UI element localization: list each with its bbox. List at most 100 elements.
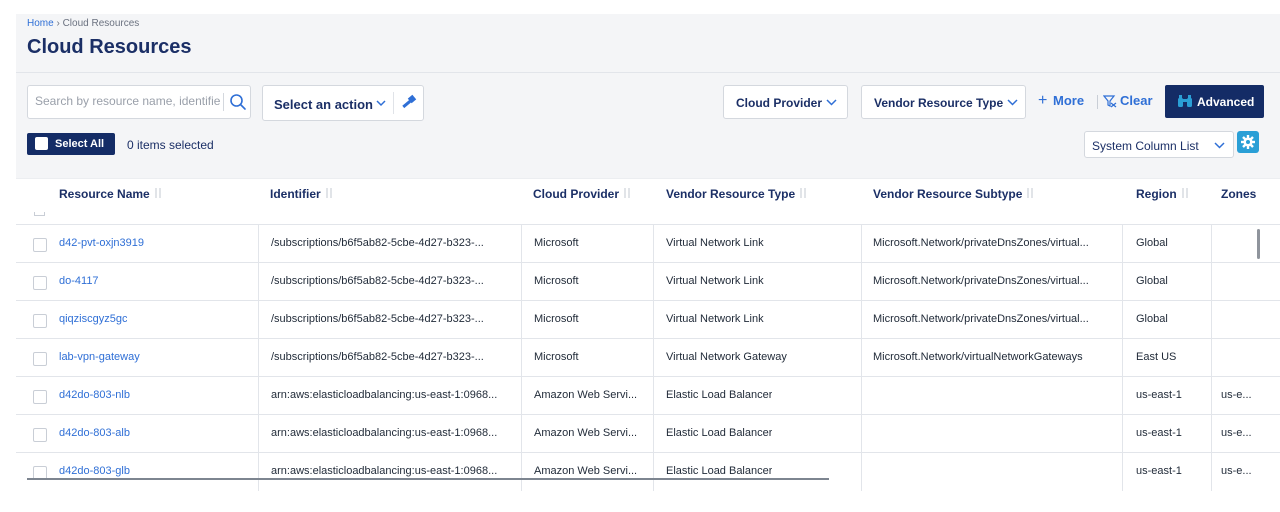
action-divider xyxy=(393,92,394,114)
zones-cell: us-e... xyxy=(1221,389,1252,401)
vendor-resource-type-filter[interactable]: Vendor Resource Type xyxy=(861,85,1026,119)
row-checkbox[interactable] xyxy=(33,314,47,328)
column-header-identifier[interactable]: Identifier xyxy=(270,187,334,201)
column-divider xyxy=(258,415,259,453)
column-divider xyxy=(1122,377,1123,415)
column-divider xyxy=(521,263,522,301)
table-row[interactable]: d42-pvt-oxjn3919/subscriptions/b6f5ab82-… xyxy=(16,224,1280,263)
column-divider xyxy=(653,377,654,415)
breadcrumb-home-link[interactable]: Home xyxy=(27,18,54,29)
column-divider xyxy=(258,453,259,491)
row-checkbox[interactable] xyxy=(33,238,47,252)
vendor-resource-type-cell: Elastic Load Balancer xyxy=(666,427,773,439)
column-header-vendor-resource-type[interactable]: Vendor Resource Type xyxy=(666,187,808,201)
column-header-zones[interactable]: Zones xyxy=(1221,187,1256,201)
column-divider xyxy=(1122,301,1123,339)
cloud-provider-filter[interactable]: Cloud Provider xyxy=(723,85,848,119)
column-divider xyxy=(861,263,862,301)
column-settings-button[interactable] xyxy=(1237,131,1259,153)
column-header-region[interactable]: Region xyxy=(1136,187,1190,201)
table-row[interactable]: do-4117/subscriptions/b6f5ab82-5cbe-4d27… xyxy=(16,262,1280,301)
hammer-icon[interactable] xyxy=(399,93,419,113)
column-header-resource-name[interactable]: Resource Name xyxy=(59,187,163,201)
sort-icon[interactable] xyxy=(153,187,163,199)
identifier-cell: arn:aws:elasticloadbalancing:us-east-1:0… xyxy=(271,389,498,401)
action-select[interactable]: Select an action xyxy=(262,85,424,121)
cloud-provider-cell: Amazon Web Servi... xyxy=(534,427,638,439)
items-selected-count: 0 items selected xyxy=(127,138,214,152)
column-header-cloud-provider[interactable]: Cloud Provider xyxy=(533,187,632,201)
row-checkbox[interactable] xyxy=(33,276,47,290)
table-row[interactable]: lab-vpn-gateway/subscriptions/b6f5ab82-5… xyxy=(16,338,1280,377)
select-all-checkbox[interactable] xyxy=(35,137,48,150)
table-row[interactable]: d42do-803-nlb arn:aws:elasticloadbalancin… xyxy=(16,376,1280,415)
vendor-resource-type-cell: Virtual Network Link xyxy=(666,313,764,325)
table-row[interactable]: d42do-803-alb arn:aws:elasticloadbalancin… xyxy=(16,414,1280,453)
search-input[interactable] xyxy=(35,94,221,108)
column-list-select[interactable]: System Column List xyxy=(1084,131,1234,158)
row-checkbox[interactable] xyxy=(33,352,47,366)
resource-name-link[interactable]: d42-pvt-oxjn3919 xyxy=(59,237,144,249)
clear-filter-icon[interactable] xyxy=(1103,94,1117,108)
resource-name-link[interactable]: do-4117 xyxy=(59,275,99,287)
column-header-label: Vendor Resource Subtype xyxy=(873,187,1023,201)
sort-icon[interactable] xyxy=(622,187,632,199)
zones-cell: us-e... xyxy=(1221,465,1252,477)
resource-name-link[interactable]: lab-vpn-gateway xyxy=(59,351,140,363)
resource-name-link[interactable]: qiqziscgyz5gc xyxy=(59,313,127,325)
column-divider xyxy=(1122,263,1123,301)
column-list-label: System Column List xyxy=(1092,139,1199,153)
cloud-provider-cell: Microsoft xyxy=(534,275,579,287)
clear-filters-button[interactable]: Clear xyxy=(1120,93,1153,108)
column-divider xyxy=(521,415,522,453)
cloud-provider-cell: Microsoft xyxy=(534,351,579,363)
region-cell: us-east-1 xyxy=(1136,389,1182,401)
column-divider xyxy=(1211,415,1212,453)
region-cell: Global xyxy=(1136,237,1168,249)
sort-icon[interactable] xyxy=(1180,187,1190,199)
binoculars-icon xyxy=(1178,95,1192,107)
column-header-vendor-resource-subtype[interactable]: Vendor Resource Subtype xyxy=(873,187,1035,201)
table-row[interactable]: qiqziscgyz5gc/subscriptions/b6f5ab82-5cb… xyxy=(16,300,1280,339)
vendor-resource-subtype-cell: Microsoft.Network/virtualNetworkGateways xyxy=(873,351,1083,363)
breadcrumb-current: Cloud Resources xyxy=(62,18,140,29)
horizontal-scrollbar[interactable] xyxy=(27,478,829,480)
column-divider xyxy=(653,453,654,491)
select-all-button[interactable]: Select All xyxy=(27,133,115,155)
row-checkbox[interactable] xyxy=(33,428,47,442)
plus-icon[interactable]: + xyxy=(1038,92,1047,110)
column-divider xyxy=(861,453,862,491)
row-checkbox[interactable] xyxy=(33,390,47,404)
column-divider xyxy=(653,339,654,377)
column-divider xyxy=(1211,339,1212,377)
sort-icon[interactable] xyxy=(798,187,808,199)
resource-name-link[interactable]: d42do-803-alb xyxy=(59,427,130,439)
chevron-down-icon xyxy=(1007,99,1018,106)
advanced-button-label: Advanced xyxy=(1197,95,1255,109)
advanced-search-button[interactable]: Advanced xyxy=(1165,85,1264,118)
resource-name-link[interactable]: d42do-803-glb xyxy=(59,465,130,477)
chevron-down-icon xyxy=(376,100,386,107)
more-filters-button[interactable]: More xyxy=(1053,93,1084,108)
cloud-provider-filter-label: Cloud Provider xyxy=(736,96,823,110)
column-divider xyxy=(1211,377,1212,415)
column-divider xyxy=(521,301,522,339)
vendor-resource-type-cell: Virtual Network Gateway xyxy=(666,351,787,363)
column-divider xyxy=(1211,263,1212,301)
filter-separator xyxy=(1097,95,1098,109)
sort-icon[interactable] xyxy=(324,187,334,199)
column-divider xyxy=(861,415,862,453)
column-divider xyxy=(258,225,259,263)
resource-name-link[interactable]: d42do-803-nlb xyxy=(59,389,130,401)
zones-cell: us-e... xyxy=(1221,427,1252,439)
sort-icon[interactable] xyxy=(1025,187,1035,199)
table-row[interactable]: d42do-803-glb arn:aws:elasticloadbalancin… xyxy=(16,452,1280,491)
column-divider xyxy=(653,225,654,263)
search-icon[interactable] xyxy=(229,93,247,111)
vertical-scrollbar[interactable] xyxy=(1257,229,1260,259)
breadcrumb: Home › Cloud Resources xyxy=(27,18,139,29)
vendor-resource-type-cell: Elastic Load Balancer xyxy=(666,389,773,401)
region-cell: East US xyxy=(1136,351,1177,363)
column-divider xyxy=(861,225,862,263)
breadcrumb-separator: › xyxy=(53,18,63,29)
